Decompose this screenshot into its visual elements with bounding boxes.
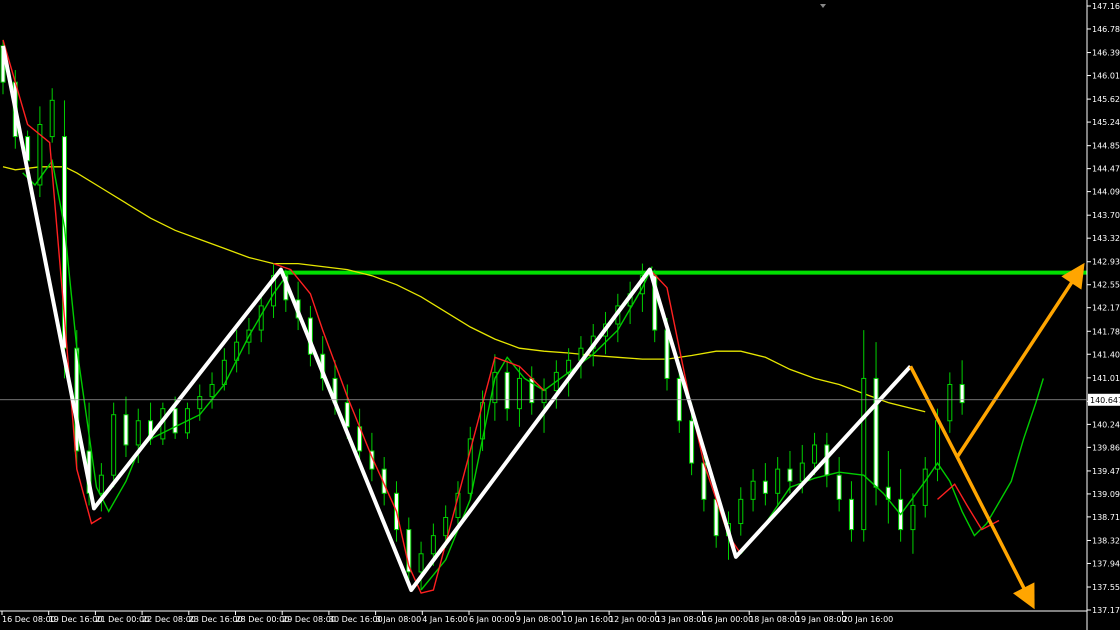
price-tick-label: 144.470 xyxy=(1092,165,1120,174)
candle-body xyxy=(172,408,178,434)
candle-body xyxy=(344,402,350,428)
candle xyxy=(111,402,117,488)
candle-body xyxy=(935,420,941,470)
current-price-label: 140.647 xyxy=(1090,396,1120,405)
price-tick-label: 141.010 xyxy=(1092,374,1120,383)
candle-body xyxy=(430,535,436,555)
candle-body xyxy=(98,474,104,494)
candle-body xyxy=(910,504,916,531)
candle-body xyxy=(135,420,141,446)
candle-body xyxy=(541,390,547,404)
price-tick-label: 142.550 xyxy=(1092,281,1120,290)
price-tick-label: 144.090 xyxy=(1092,188,1120,197)
candle-body xyxy=(799,462,805,482)
candle-body xyxy=(922,468,928,506)
candle-body xyxy=(111,414,117,476)
candle-body xyxy=(787,468,793,482)
time-tick-label: 6 Jan 00:00 xyxy=(469,615,515,624)
candle-body xyxy=(49,99,55,138)
price-tick-label: 145.620 xyxy=(1092,95,1120,104)
price-tick-label: 147.160 xyxy=(1092,2,1120,11)
time-tick-label: 10 Jan 16:00 xyxy=(562,615,613,624)
candle-body xyxy=(738,498,744,525)
price-tick-label: 140.240 xyxy=(1092,420,1120,429)
price-tick-label: 146.780 xyxy=(1092,25,1120,34)
price-tick-label: 146.390 xyxy=(1092,49,1120,58)
price-tick-label: 139.470 xyxy=(1092,467,1120,476)
candle-body xyxy=(504,371,510,410)
candle-body xyxy=(123,414,129,446)
time-tick-label: 4 Jan 16:00 xyxy=(422,615,468,624)
price-chart: 147.160 146.780 146.390 146.010 145.620 145.2… xyxy=(0,0,1120,630)
time-tick-label: 3 Jan 08:00 xyxy=(376,615,422,624)
time-tick-label: 12 Jan 00:00 xyxy=(609,615,660,624)
price-tick-label: 144.850 xyxy=(1092,142,1120,151)
price-tick-label: 143.700 xyxy=(1092,211,1120,220)
price-tick-label: 137.940 xyxy=(1092,559,1120,568)
candle-body xyxy=(762,480,768,494)
price-tick-label: 139.090 xyxy=(1092,490,1120,499)
candle-body xyxy=(947,383,953,422)
price-tick-label: 138.320 xyxy=(1092,536,1120,545)
price-tick-label: 145.240 xyxy=(1092,118,1120,127)
price-tick-label: 139.860 xyxy=(1092,443,1120,452)
price-tick-label: 146.010 xyxy=(1092,72,1120,81)
time-tick-label: 16 Jan 00:00 xyxy=(703,615,754,624)
candle-body xyxy=(418,553,424,573)
price-tick-label: 141.400 xyxy=(1092,350,1120,359)
price-tick-label: 142.930 xyxy=(1092,258,1120,267)
price-tick-label: 143.320 xyxy=(1092,234,1120,243)
price-tick-label: 141.780 xyxy=(1092,327,1120,336)
price-tick-label: 138.710 xyxy=(1092,513,1120,522)
price-tick-label: 142.170 xyxy=(1092,304,1120,313)
time-tick-label: 20 Jan 16:00 xyxy=(843,615,894,624)
time-tick-label: 18 Jan 08:00 xyxy=(749,615,800,624)
candle-body xyxy=(209,383,215,398)
candle-body xyxy=(836,474,842,500)
time-tick-label: 13 Jan 08:00 xyxy=(656,615,707,624)
chart-background xyxy=(0,0,1120,630)
candle-body xyxy=(197,396,203,410)
time-tick-label: 19 Jan 08:00 xyxy=(796,615,847,624)
candle-body xyxy=(750,480,756,500)
time-tick-label: 9 Jan 08:00 xyxy=(516,615,562,624)
candle-body xyxy=(689,420,695,464)
candle-body xyxy=(775,468,781,494)
price-tick-label: 137.550 xyxy=(1092,583,1120,592)
candle-body xyxy=(516,377,522,410)
candle-body xyxy=(873,377,879,488)
candle-body xyxy=(812,444,818,464)
candle-body xyxy=(443,516,449,537)
candle-body xyxy=(861,377,867,531)
candle-body xyxy=(848,498,854,531)
price-tick-label: 137.170 xyxy=(1092,606,1120,615)
